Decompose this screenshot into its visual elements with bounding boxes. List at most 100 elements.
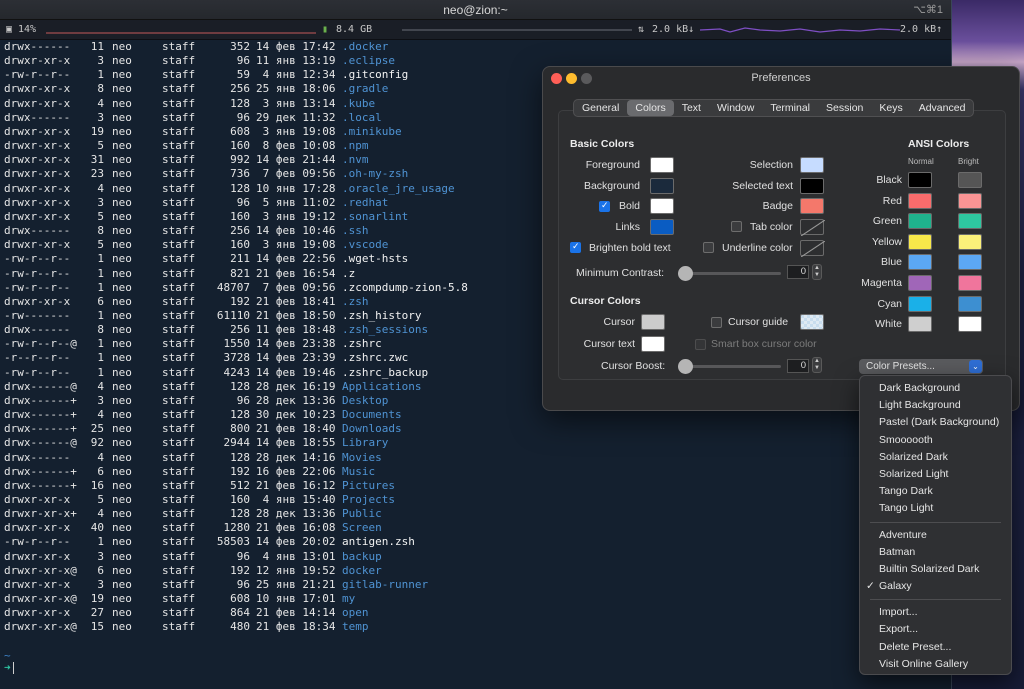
memory-icon: ▮ [322, 24, 329, 35]
preset-menu-item[interactable]: Adventure [860, 527, 1011, 544]
ansi-magenta-normal-well[interactable] [908, 275, 932, 291]
cursor-text-color-well[interactable] [641, 336, 665, 352]
preset-menu-item[interactable]: Light Background [860, 397, 1011, 414]
badge-color-well[interactable] [800, 198, 824, 214]
listing-user: neo [112, 549, 132, 563]
minimum-contrast-stepper[interactable]: ▲ ▼ [812, 264, 822, 280]
preset-menu-item[interactable]: Export... [860, 621, 1011, 638]
listing-size: 256 [230, 323, 250, 337]
shell-prompt[interactable]: ~ ➜ [4, 650, 14, 674]
background-color-well[interactable] [650, 178, 674, 194]
ansi-green-normal-well[interactable] [908, 213, 932, 230]
listing-links: 40 [90, 521, 104, 535]
ansi-blue-bright-well[interactable] [958, 254, 982, 271]
listing-links: 15 [90, 620, 104, 634]
listing-row: drwxr-xr-x 3 neo staff 96 4 янв 13:01 backup [4, 550, 951, 564]
preset-menu-item[interactable]: Pastel (Dark Background) [860, 414, 1011, 431]
listing-user: neo [112, 54, 132, 68]
ansi-white-normal-well[interactable] [908, 316, 932, 333]
listing-group: staff [162, 181, 196, 195]
listing-date: 11 янв 13:19 [256, 54, 336, 68]
links-color-well[interactable] [650, 219, 674, 235]
preferences-window[interactable]: Preferences General Colors Text Window Termi… [542, 66, 1020, 411]
listing-size: 128 [230, 181, 250, 195]
listing-row: drwx------ 11 neo staff 352 14 фев 17:42 .dock… [4, 40, 951, 54]
listing-date: 4 янв 13:01 [256, 549, 336, 563]
ansi-cyan-normal-well[interactable] [908, 295, 932, 312]
links-label: Links [615, 221, 640, 233]
ansi-white-bright-well[interactable] [958, 316, 982, 333]
cursor-guide-color-well[interactable] [800, 314, 824, 330]
bold-checkbox[interactable] [599, 200, 610, 212]
color-presets-button[interactable]: Color Presets... ⌄ [859, 359, 983, 374]
ansi-red-bright-well[interactable] [958, 192, 982, 209]
ansi-green-bright-well[interactable] [958, 213, 982, 230]
listing-links: 1 [97, 252, 104, 266]
ansi-red-normal-well[interactable] [908, 192, 932, 209]
ansi-yellow-bright-well[interactable] [958, 233, 982, 250]
cpu-value: 14% [18, 24, 37, 35]
cursor-guide-checkbox[interactable] [711, 317, 722, 328]
foreground-color-well[interactable] [650, 157, 674, 173]
tab-color-well[interactable] [800, 219, 825, 236]
minimum-contrast-slider[interactable] [678, 266, 781, 281]
ansi-black-normal-well[interactable] [908, 172, 932, 188]
cursor-color-well[interactable] [641, 314, 665, 330]
listing-date: 5 янв 11:02 [256, 195, 336, 209]
ansi-cyan-bright-well[interactable] [958, 295, 982, 312]
listing-user: neo [112, 238, 132, 252]
cursor-boost-stepper[interactable]: ▲ ▼ [812, 357, 822, 373]
listing-name: Pictures [342, 478, 395, 492]
listing-group: staff [162, 507, 196, 521]
preset-menu-item[interactable]: Visit Online Gallery [860, 656, 1011, 673]
selection-color-well[interactable] [800, 157, 824, 173]
listing-group: staff [162, 436, 196, 450]
preset-menu-item[interactable]: Tango Dark [860, 483, 1011, 500]
listing-links: 8 [97, 323, 104, 337]
listing-perm: drwx------+ [4, 408, 77, 422]
listing-size: 736 [230, 167, 250, 181]
bold-color-well[interactable] [650, 198, 674, 214]
preset-menu-item[interactable]: Dark Background [860, 380, 1011, 397]
terminal-title-bar[interactable]: neo@zion:~ ⌥⌘1 [0, 0, 951, 20]
preset-menu-item[interactable]: Builtin Solarized Dark [860, 561, 1011, 578]
tab-color-checkbox[interactable] [731, 221, 742, 232]
ansi-yellow-normal-well[interactable] [908, 233, 932, 250]
underline-color-well[interactable] [800, 240, 825, 257]
listing-name: .npm [342, 139, 369, 153]
selected-text-color-well[interactable] [800, 178, 824, 194]
slider-knob[interactable] [678, 266, 693, 281]
listing-user: neo [112, 40, 132, 53]
listing-name: .kube [342, 96, 376, 110]
cursor-boost-slider[interactable] [678, 359, 781, 374]
slider-knob[interactable] [678, 359, 693, 374]
preset-menu-label: Galaxy [879, 580, 912, 593]
listing-size: 160 [230, 238, 250, 252]
preset-menu-item[interactable]: Delete Preset... [860, 639, 1011, 656]
preset-menu-item[interactable]: Import... [860, 604, 1011, 621]
preset-menu-label: Tango Dark [879, 485, 933, 498]
listing-name: .nvm [342, 153, 369, 167]
smart-box-cursor-checkbox[interactable] [695, 339, 706, 350]
preset-menu-item[interactable]: Batman [860, 544, 1011, 561]
brighten-bold-checkbox[interactable] [570, 241, 581, 253]
ansi-magenta-bright-well[interactable] [958, 275, 982, 291]
listing-links: 6 [97, 464, 104, 478]
preset-menu-item[interactable]: Solarized Dark [860, 449, 1011, 466]
preset-menu-item[interactable]: Tango Light [860, 500, 1011, 517]
ansi-black-bright-well[interactable] [958, 172, 982, 188]
listing-user: neo [112, 450, 132, 464]
listing-size: 480 [230, 620, 250, 634]
ansi-colors-heading: ANSI Colors [908, 138, 970, 150]
cursor-boost-field[interactable]: 0 [787, 359, 809, 373]
minimum-contrast-field[interactable]: 0 [787, 265, 809, 279]
listing-user: neo [112, 280, 132, 294]
underline-color-checkbox[interactable] [703, 242, 714, 253]
preset-menu-item[interactable]: Solarized Light [860, 466, 1011, 483]
ansi-blue-normal-well[interactable] [908, 254, 932, 271]
listing-group: staff [162, 252, 196, 266]
preset-menu-item[interactable]: Smoooooth [860, 432, 1011, 449]
preset-menu-item[interactable]: ✓ Galaxy [860, 578, 1011, 595]
listing-group: staff [162, 82, 196, 96]
listing-perm: drwx------@ [4, 436, 77, 450]
